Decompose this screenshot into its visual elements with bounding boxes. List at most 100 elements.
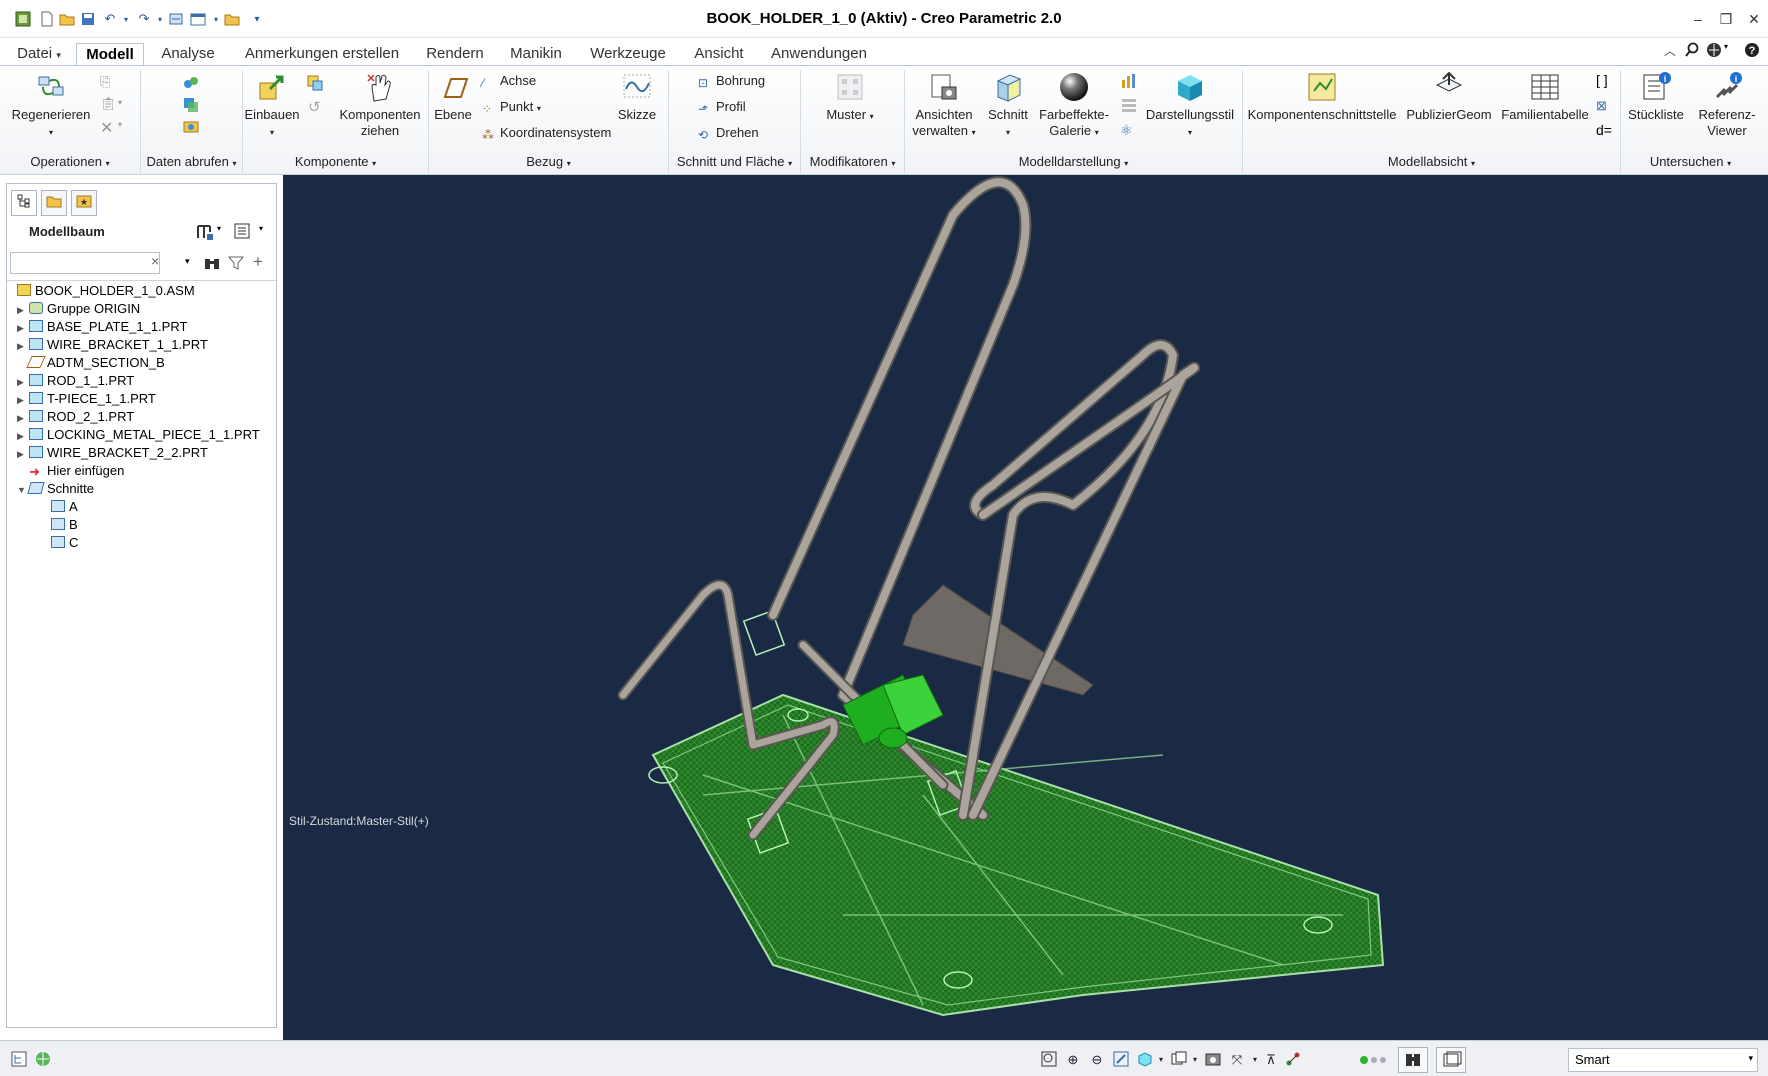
- publiziergeom-button[interactable]: PublizierGeom: [1402, 71, 1496, 123]
- web-dropdown-icon[interactable]: ▾: [1724, 42, 1728, 51]
- d-equals-icon[interactable]: d=: [1596, 122, 1612, 138]
- darstellungsstil-button[interactable]: Darstellungsstil ▾: [1142, 71, 1238, 141]
- tree-item-gruppe-origin[interactable]: ▶ Gruppe ORIGIN: [17, 300, 140, 318]
- expand-arrow-icon[interactable]: ▶: [17, 427, 29, 445]
- expand-arrow-icon[interactable]: ▶: [17, 319, 29, 337]
- muster-button[interactable]: Muster ▾: [814, 71, 886, 125]
- tree-item-section-a[interactable]: A: [51, 498, 78, 516]
- favorites-tab[interactable]: ★: [71, 190, 97, 216]
- group-daten-abrufen[interactable]: Daten abrufen ▾: [140, 151, 242, 173]
- merge-icon[interactable]: [182, 118, 200, 136]
- selection-filter-select[interactable]: Smart ▾: [1568, 1048, 1758, 1072]
- selection-window-button[interactable]: [1436, 1047, 1466, 1073]
- tab-modell[interactable]: Modell: [76, 43, 144, 65]
- delete-icon[interactable]: ✕: [100, 118, 116, 137]
- graphics-viewport[interactable]: Stil-Zustand:Master-Stil(+): [283, 175, 1768, 1040]
- zoom-out-icon[interactable]: ⊖: [1088, 1051, 1106, 1069]
- shrinkwrap-icon[interactable]: [182, 74, 200, 92]
- display-style-bars-icon[interactable]: [1120, 72, 1138, 90]
- tree-item-section-b[interactable]: B: [51, 516, 78, 534]
- ansichten-verwalten-button[interactable]: Ansichten verwalten ▾: [906, 71, 982, 141]
- expand-arrow-icon[interactable]: ▶: [17, 409, 29, 427]
- find-button[interactable]: [1398, 1047, 1428, 1073]
- tab-werkzeuge[interactable]: Werkzeuge: [580, 43, 676, 65]
- group-schnitt-und-flaeche[interactable]: Schnitt und Fläche ▾: [668, 151, 800, 173]
- perspective-icon[interactable]: ⚛: [1120, 122, 1138, 140]
- achse-button[interactable]: ⁄ Achse: [482, 73, 536, 90]
- clear-search-icon[interactable]: ×: [151, 253, 159, 269]
- close-button[interactable]: ✕: [1744, 9, 1764, 29]
- search-dropdown-icon[interactable]: ▾: [185, 256, 190, 267]
- group-komponente[interactable]: Komponente ▾: [242, 151, 428, 173]
- referenz-viewer-button[interactable]: i Referenz- Viewer: [1692, 71, 1762, 139]
- minimize-button[interactable]: –: [1688, 9, 1708, 29]
- layers-icon[interactable]: [1120, 96, 1138, 114]
- expand-arrow-icon[interactable]: ▶: [17, 301, 29, 319]
- create-component-icon[interactable]: [306, 74, 324, 92]
- tree-item-base-plate[interactable]: ▶ BASE_PLATE_1_1.PRT: [17, 318, 187, 336]
- tab-manikin[interactable]: Manikin: [498, 43, 574, 65]
- drehen-button[interactable]: ⟲ Drehen: [698, 125, 759, 142]
- group-modellabsicht[interactable]: Modellabsicht ▾: [1242, 151, 1620, 173]
- refit-icon[interactable]: [1040, 1051, 1058, 1069]
- tree-root-assembly[interactable]: BOOK_HOLDER_1_0.ASM: [17, 282, 195, 300]
- show-columns-icon[interactable]: [233, 222, 253, 242]
- expand-arrow-icon[interactable]: ▶: [17, 337, 29, 355]
- komponentenschnittstelle-button[interactable]: Komponentenschnittstelle: [1244, 71, 1400, 123]
- tree-item-wire-bracket-1[interactable]: ▶ WIRE_BRACKET_1_1.PRT: [17, 336, 208, 354]
- ebene-button[interactable]: Ebene: [430, 71, 476, 123]
- tab-anmerkungen-erstellen[interactable]: Anmerkungen erstellen: [232, 43, 412, 65]
- skizze-button[interactable]: Skizze: [612, 71, 662, 123]
- tree-item-hier-einfuegen[interactable]: ➜ Hier einfügen: [17, 462, 124, 480]
- komponenten-ziehen-button[interactable]: Komponenten ziehen: [336, 71, 424, 139]
- punkt-button[interactable]: ⁘ Punkt ▾: [482, 99, 541, 117]
- familientabelle-button[interactable]: Familientabelle: [1498, 71, 1592, 123]
- tab-analyse[interactable]: Analyse: [150, 43, 226, 65]
- group-modifikatoren[interactable]: Modifikatoren ▾: [800, 151, 904, 173]
- expand-arrow-icon[interactable]: ▶: [17, 445, 29, 463]
- web-globe-icon[interactable]: [1706, 42, 1722, 58]
- group-bezug[interactable]: Bezug ▾: [428, 151, 668, 173]
- relations-icon[interactable]: [ ]: [1596, 72, 1614, 90]
- copy-geometry-icon[interactable]: [182, 96, 200, 114]
- tree-item-rod-1[interactable]: ▶ ROD_1_1.PRT: [17, 372, 134, 390]
- einbauen-button[interactable]: Einbauen ▾: [244, 71, 300, 141]
- collapse-ribbon-icon[interactable]: ︿: [1664, 42, 1680, 58]
- tree-item-adtm-section-b[interactable]: ADTM_SECTION_B: [17, 354, 165, 372]
- tree-item-schnitte[interactable]: ▼ Schnitte: [17, 480, 94, 498]
- tree-settings-dropdown-icon[interactable]: ▾: [217, 224, 221, 233]
- paste-dropdown-icon[interactable]: ▾: [118, 98, 122, 107]
- bohrung-button[interactable]: ⊡ Bohrung: [698, 73, 765, 90]
- maximize-button[interactable]: ❐: [1716, 9, 1736, 29]
- binoculars-icon[interactable]: [203, 254, 221, 272]
- tree-item-rod-2[interactable]: ▶ ROD_2_1.PRT: [17, 408, 134, 426]
- tab-anwendungen[interactable]: Anwendungen: [762, 43, 876, 65]
- filter-icon[interactable]: [227, 254, 245, 272]
- expand-arrow-icon[interactable]: ▶: [17, 373, 29, 391]
- group-operationen[interactable]: Operationen ▾: [0, 151, 140, 173]
- koordinatensystem-button[interactable]: ⁂ Koordinatensystem: [482, 125, 611, 142]
- regenerieren-button[interactable]: Regenerieren ▾: [10, 71, 92, 141]
- display-style-dropdown-icon[interactable]: ▾: [1152, 1051, 1170, 1069]
- tree-item-locking-metal-piece[interactable]: ▶ LOCKING_METAL_PIECE_1_1.PRT: [17, 426, 260, 444]
- tree-search-input[interactable]: [10, 252, 160, 274]
- tree-settings-icon[interactable]: [195, 222, 215, 242]
- tab-rendern[interactable]: Rendern: [418, 43, 492, 65]
- parameters-icon[interactable]: ⊠: [1596, 98, 1614, 116]
- wire-bracket-2[interactable]: [957, 339, 1201, 821]
- toggle-browser-icon[interactable]: [34, 1051, 52, 1069]
- repaint-icon[interactable]: [1112, 1051, 1130, 1069]
- repeat-icon[interactable]: ↺: [308, 98, 324, 116]
- folder-browser-tab[interactable]: [41, 190, 67, 216]
- show-dropdown-icon[interactable]: ▾: [259, 224, 263, 233]
- tab-ansicht[interactable]: Ansicht: [682, 43, 756, 65]
- tree-item-wire-bracket-2[interactable]: ▶ WIRE_BRACKET_2_2.PRT: [17, 444, 208, 462]
- model-tree-tab[interactable]: [11, 190, 37, 216]
- paste-icon[interactable]: 📋︎: [100, 96, 117, 112]
- expand-arrow-icon[interactable]: ▶: [17, 391, 29, 409]
- annotation-display-icon[interactable]: ⊼: [1262, 1051, 1280, 1069]
- zoom-in-icon[interactable]: ⊕: [1064, 1051, 1082, 1069]
- collapse-arrow-icon[interactable]: ▼: [17, 481, 29, 499]
- search-icon[interactable]: [1684, 42, 1700, 58]
- profil-button[interactable]: ⬏ Profil: [698, 99, 746, 116]
